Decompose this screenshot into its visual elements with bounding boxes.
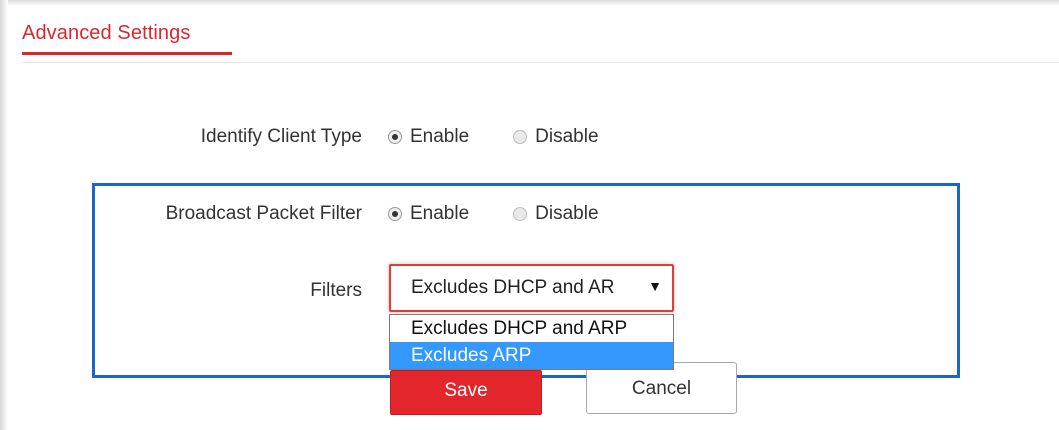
title-underline (22, 52, 232, 55)
chevron-down-icon[interactable]: ▼ (648, 278, 662, 294)
radio-label: Disable (535, 126, 599, 147)
identify-client-type-radio-group: Enable Disable (388, 126, 599, 148)
filters-select[interactable]: Excludes DHCP and AR ▼ (389, 264, 674, 312)
identify-client-type-disable-radio[interactable]: Disable (513, 126, 599, 148)
radio-unchecked-icon[interactable] (513, 130, 528, 144)
header-divider (22, 62, 1059, 63)
broadcast-packet-filter-label: Broadcast Packet Filter (165, 203, 362, 224)
identify-client-type-label: Identify Client Type (200, 126, 362, 147)
radio-label: Disable (535, 203, 599, 224)
broadcast-packet-filter-disable-radio[interactable]: Disable (513, 203, 599, 225)
radio-checked-icon[interactable] (388, 130, 402, 144)
identify-client-type-enable-radio[interactable]: Enable (388, 126, 469, 148)
filters-selected-value: Excludes DHCP and AR (411, 277, 615, 298)
page-title: Advanced Settings (22, 22, 191, 44)
dropdown-option-excludes-arp[interactable]: Excludes ARP (390, 342, 673, 369)
dropdown-option-excludes-dhcp-and-arp[interactable]: Excludes DHCP and ARP (390, 315, 673, 342)
filters-dropdown-list: Excludes DHCP and ARP Excludes ARP (389, 314, 674, 370)
broadcast-packet-filter-enable-radio[interactable]: Enable (388, 203, 469, 225)
radio-unchecked-icon[interactable] (513, 207, 528, 221)
filters-label: Filters (310, 280, 362, 301)
radio-label: Enable (410, 203, 470, 224)
radio-label: Enable (410, 126, 470, 147)
save-button[interactable]: Save (390, 370, 542, 415)
window-shadow-top (0, 0, 1059, 6)
radio-checked-icon[interactable] (388, 207, 402, 221)
broadcast-packet-filter-radio-group: Enable Disable (388, 203, 599, 225)
